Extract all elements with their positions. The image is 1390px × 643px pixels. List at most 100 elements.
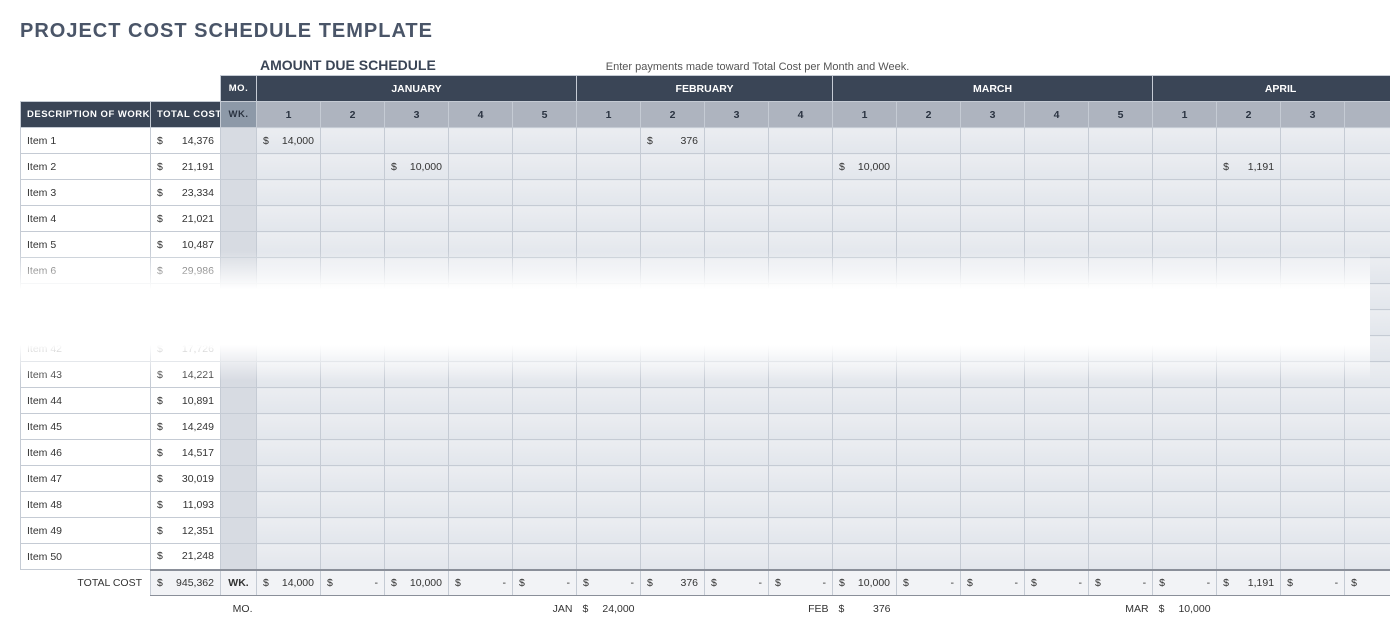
payment-cell[interactable] [961,206,1025,232]
payment-cell[interactable] [1153,232,1217,258]
payment-cell[interactable] [705,388,769,414]
payment-cell[interactable] [1025,180,1089,206]
payment-cell[interactable] [321,206,385,232]
payment-cell[interactable] [513,492,577,518]
payment-cell[interactable] [385,518,449,544]
payment-cell[interactable] [1217,518,1281,544]
payment-cell[interactable] [577,544,641,570]
payment-cell[interactable] [897,128,961,154]
payment-cell[interactable] [577,258,641,284]
payment-cell[interactable] [641,414,705,440]
item-desc[interactable]: Item 43 [21,362,151,388]
payment-cell[interactable] [1025,362,1089,388]
payment-cell[interactable] [257,310,321,336]
payment-cell[interactable] [833,206,897,232]
item-total[interactable]: $11,093 [151,492,221,518]
payment-cell[interactable] [833,310,897,336]
payment-cell[interactable] [897,336,961,362]
payment-cell[interactable] [1345,466,1390,492]
payment-cell[interactable] [641,440,705,466]
payment-cell[interactable] [1281,466,1345,492]
payment-cell[interactable] [449,544,513,570]
payment-cell[interactable] [1217,362,1281,388]
payment-cell[interactable] [897,154,961,180]
payment-cell[interactable] [769,388,833,414]
payment-cell[interactable] [385,180,449,206]
payment-cell[interactable] [1345,128,1390,154]
payment-cell[interactable] [1089,388,1153,414]
payment-cell[interactable] [769,180,833,206]
payment-cell[interactable] [1345,154,1390,180]
payment-cell[interactable] [513,466,577,492]
payment-cell[interactable] [1153,258,1217,284]
item-total[interactable]: $21,191 [151,154,221,180]
payment-cell[interactable] [769,128,833,154]
payment-cell[interactable] [257,180,321,206]
payment-cell[interactable] [385,284,449,310]
payment-cell[interactable] [769,544,833,570]
payment-cell[interactable] [769,336,833,362]
payment-cell[interactable] [1025,310,1089,336]
payment-cell[interactable] [513,362,577,388]
payment-cell[interactable] [833,388,897,414]
payment-cell[interactable] [897,284,961,310]
payment-cell[interactable] [1281,154,1345,180]
item-total[interactable]: $22,255 [151,284,221,310]
payment-cell[interactable] [1089,544,1153,570]
payment-cell[interactable] [449,180,513,206]
payment-cell[interactable] [321,180,385,206]
payment-cell[interactable] [641,154,705,180]
payment-cell[interactable] [513,336,577,362]
payment-cell[interactable] [641,518,705,544]
payment-cell[interactable] [257,362,321,388]
payment-cell[interactable] [1281,232,1345,258]
payment-cell[interactable]: $1,191 [1217,154,1281,180]
item-desc[interactable]: Item 41 [21,310,151,336]
payment-cell[interactable] [321,128,385,154]
payment-cell[interactable] [641,492,705,518]
payment-cell[interactable] [1025,492,1089,518]
payment-cell[interactable] [1089,362,1153,388]
payment-cell[interactable] [385,336,449,362]
payment-cell[interactable] [513,414,577,440]
item-desc[interactable]: Item 45 [21,414,151,440]
payment-cell[interactable] [1217,336,1281,362]
payment-cell[interactable] [257,284,321,310]
payment-cell[interactable] [1153,414,1217,440]
payment-cell[interactable] [1089,414,1153,440]
payment-cell[interactable] [449,310,513,336]
payment-cell[interactable] [1217,180,1281,206]
payment-cell[interactable] [833,466,897,492]
payment-cell[interactable] [833,414,897,440]
payment-cell[interactable] [1345,544,1390,570]
payment-cell[interactable] [1217,128,1281,154]
payment-cell[interactable] [449,128,513,154]
payment-cell[interactable] [641,180,705,206]
payment-cell[interactable] [385,466,449,492]
payment-cell[interactable] [1025,388,1089,414]
payment-cell[interactable] [897,388,961,414]
payment-cell[interactable] [1281,310,1345,336]
payment-cell[interactable] [577,336,641,362]
payment-cell[interactable] [449,154,513,180]
payment-cell[interactable] [321,336,385,362]
payment-cell[interactable] [1025,466,1089,492]
item-desc[interactable]: Item 48 [21,492,151,518]
item-total[interactable]: $14,376 [151,128,221,154]
payment-cell[interactable] [833,180,897,206]
item-desc[interactable]: Item 1 [21,128,151,154]
payment-cell[interactable] [769,284,833,310]
payment-cell[interactable] [1089,492,1153,518]
payment-cell[interactable] [961,414,1025,440]
payment-cell[interactable] [961,388,1025,414]
payment-cell[interactable] [1025,206,1089,232]
payment-cell[interactable] [1217,440,1281,466]
payment-cell[interactable] [961,466,1025,492]
payment-cell[interactable] [257,154,321,180]
payment-cell[interactable] [385,414,449,440]
payment-cell[interactable] [641,232,705,258]
payment-cell[interactable] [1345,440,1390,466]
payment-cell[interactable] [833,128,897,154]
payment-cell[interactable] [1217,206,1281,232]
payment-cell[interactable] [961,154,1025,180]
